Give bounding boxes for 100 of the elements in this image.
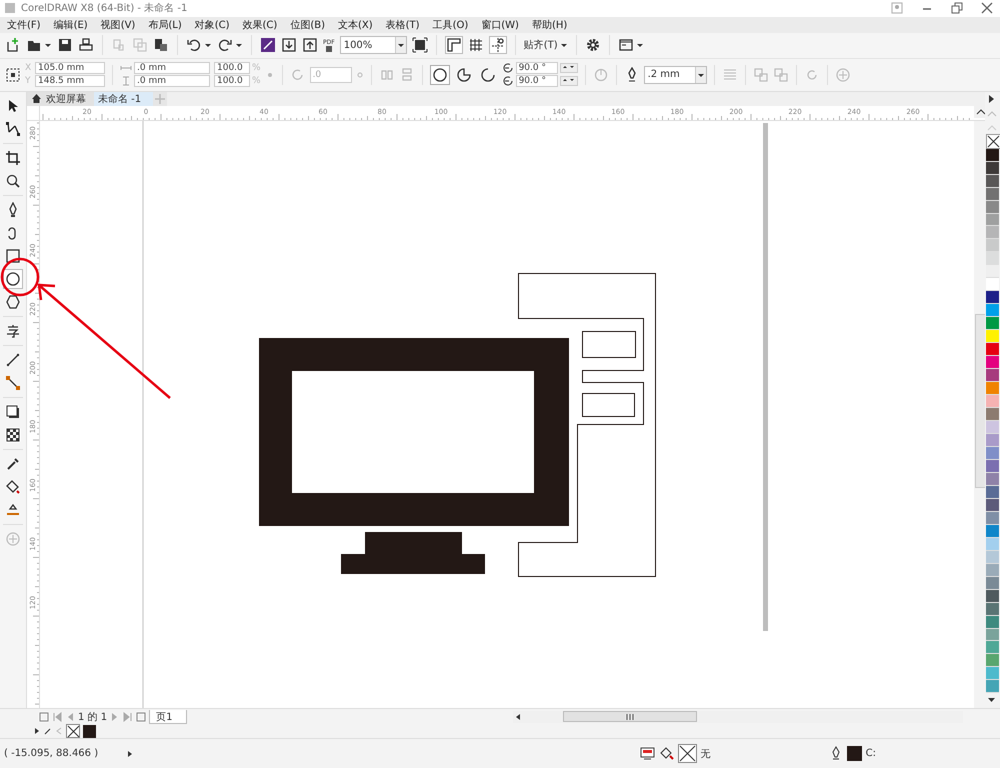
- no-color-swatch[interactable]: [986, 134, 1000, 149]
- ellipse-tool-button[interactable]: [3, 268, 23, 289]
- color-swatch[interactable]: [986, 214, 999, 226]
- menu-item[interactable]: 窗口(W): [481, 18, 519, 32]
- color-swatch[interactable]: [986, 278, 999, 292]
- snap-to-button[interactable]: 贴齐(T): [524, 36, 558, 54]
- caret-icon[interactable]: [44, 41, 52, 50]
- color-swatch[interactable]: [986, 330, 999, 344]
- rulers-icon[interactable]: [444, 36, 463, 54]
- outline-width-dropdown[interactable]: .2 mm: [644, 66, 707, 84]
- width-field[interactable]: .0 mm: [134, 62, 210, 74]
- color-swatch[interactable]: [986, 538, 999, 551]
- window-layout-icon[interactable]: [618, 37, 634, 54]
- end-angle-field[interactable]: 90.0 °: [516, 75, 558, 88]
- x-position-field[interactable]: 105.0 mm: [35, 62, 105, 74]
- print-icon[interactable]: [78, 37, 94, 54]
- menu-item[interactable]: 布局(L): [148, 18, 182, 32]
- eyedropper-icon[interactable]: [44, 727, 52, 736]
- export-icon[interactable]: [302, 37, 318, 54]
- guidelines-icon[interactable]: [488, 36, 507, 54]
- menu-item[interactable]: 位图(B): [290, 18, 325, 32]
- import-icon[interactable]: [281, 37, 297, 54]
- color-swatch[interactable]: [986, 680, 999, 694]
- document-tab[interactable]: 未命名 -1: [94, 92, 154, 106]
- zoom-level-dropdown[interactable]: 100%: [340, 36, 407, 54]
- ellipse-mode-button[interactable]: [430, 64, 450, 85]
- color-swatch[interactable]: [986, 628, 999, 642]
- no-color-swatch[interactable]: [66, 724, 80, 738]
- color-swatch[interactable]: [986, 356, 999, 370]
- color-swatch[interactable]: [986, 654, 999, 668]
- settings-icon[interactable]: [584, 37, 601, 54]
- color-swatch[interactable]: [986, 162, 999, 175]
- color-swatch[interactable]: [986, 148, 999, 162]
- menu-item[interactable]: 对象(C): [194, 18, 230, 32]
- menu-item[interactable]: 视图(V): [100, 18, 136, 32]
- y-position-field[interactable]: 148.5 mm: [35, 75, 105, 88]
- color-swatch[interactable]: [986, 200, 999, 214]
- color-swatch[interactable]: [986, 252, 999, 266]
- expand-arrow-icon[interactable]: [33, 727, 41, 736]
- color-swatch[interactable]: [986, 590, 999, 603]
- color-swatch[interactable]: [986, 434, 999, 447]
- color-swatch[interactable]: [986, 226, 999, 240]
- menu-item[interactable]: 表格(T): [386, 18, 420, 32]
- color-swatch[interactable]: [986, 550, 999, 564]
- start-angle-field[interactable]: 90.0 °: [516, 62, 558, 74]
- start-angle-icon[interactable]: [502, 62, 514, 74]
- color-swatch[interactable]: [986, 239, 999, 252]
- color-swatch[interactable]: [986, 395, 999, 408]
- spin-arrows-icon[interactable]: [560, 76, 578, 86]
- grid-icon[interactable]: [468, 37, 484, 54]
- caret-icon[interactable]: [235, 41, 243, 50]
- undo-icon[interactable]: [186, 37, 202, 54]
- color-swatch[interactable]: [986, 472, 999, 486]
- add-page-icon[interactable]: [136, 712, 146, 722]
- redo-icon[interactable]: [217, 37, 233, 54]
- color-swatch[interactable]: [986, 602, 999, 616]
- color-swatch[interactable]: [986, 446, 999, 460]
- color-swatch[interactable]: [986, 343, 999, 356]
- close-icon[interactable]: [980, 1, 994, 16]
- new-document-icon[interactable]: [5, 37, 21, 54]
- color-swatch[interactable]: [986, 174, 999, 188]
- color-swatch[interactable]: [986, 382, 999, 396]
- color-profile-icon[interactable]: [640, 746, 655, 762]
- scrollbar-thumb[interactable]: [563, 711, 698, 722]
- color-swatch[interactable]: [986, 576, 999, 590]
- scrollbar-thumb[interactable]: [975, 314, 986, 488]
- color-swatch[interactable]: [986, 369, 999, 382]
- computer-tower-drawing[interactable]: [518, 272, 656, 577]
- menu-item[interactable]: 效果(C): [242, 18, 278, 32]
- color-swatch[interactable]: [986, 460, 999, 473]
- document-tab[interactable]: 欢迎屏幕: [27, 92, 94, 106]
- color-swatch[interactable]: [986, 524, 999, 538]
- caret-icon[interactable]: [636, 41, 644, 50]
- fill-icon[interactable]: [658, 746, 674, 762]
- end-angle-icon[interactable]: [502, 75, 514, 88]
- color-swatch[interactable]: [986, 564, 999, 577]
- caret-icon[interactable]: [560, 41, 568, 50]
- menu-item[interactable]: 帮助(H): [532, 18, 568, 32]
- menu-item[interactable]: 文件(F): [7, 18, 41, 32]
- menu-item[interactable]: 工具(O): [432, 18, 468, 32]
- color-swatch[interactable]: [986, 291, 999, 304]
- page-tab[interactable]: 页1: [149, 710, 188, 724]
- restore-icon[interactable]: [950, 1, 964, 16]
- color-swatch[interactable]: [83, 724, 96, 738]
- color-swatch[interactable]: [986, 641, 999, 654]
- color-swatch[interactable]: [986, 512, 999, 525]
- color-swatch[interactable]: [986, 408, 999, 422]
- menu-item[interactable]: 编辑(E): [54, 18, 88, 32]
- color-swatch[interactable]: [986, 421, 999, 434]
- caret-icon[interactable]: [204, 41, 212, 50]
- scale-x-field[interactable]: 100.0: [214, 62, 250, 74]
- scale-y-field[interactable]: 100.0: [214, 75, 250, 88]
- save-icon[interactable]: [57, 37, 73, 54]
- add-page-icon[interactable]: [39, 712, 49, 722]
- object-origin-icon[interactable]: [5, 66, 21, 83]
- color-swatch[interactable]: [986, 317, 999, 330]
- full-screen-icon[interactable]: [412, 37, 428, 54]
- color-swatch[interactable]: [986, 188, 999, 201]
- color-swatch[interactable]: [986, 498, 999, 512]
- expand-arrow-icon[interactable]: [126, 750, 134, 758]
